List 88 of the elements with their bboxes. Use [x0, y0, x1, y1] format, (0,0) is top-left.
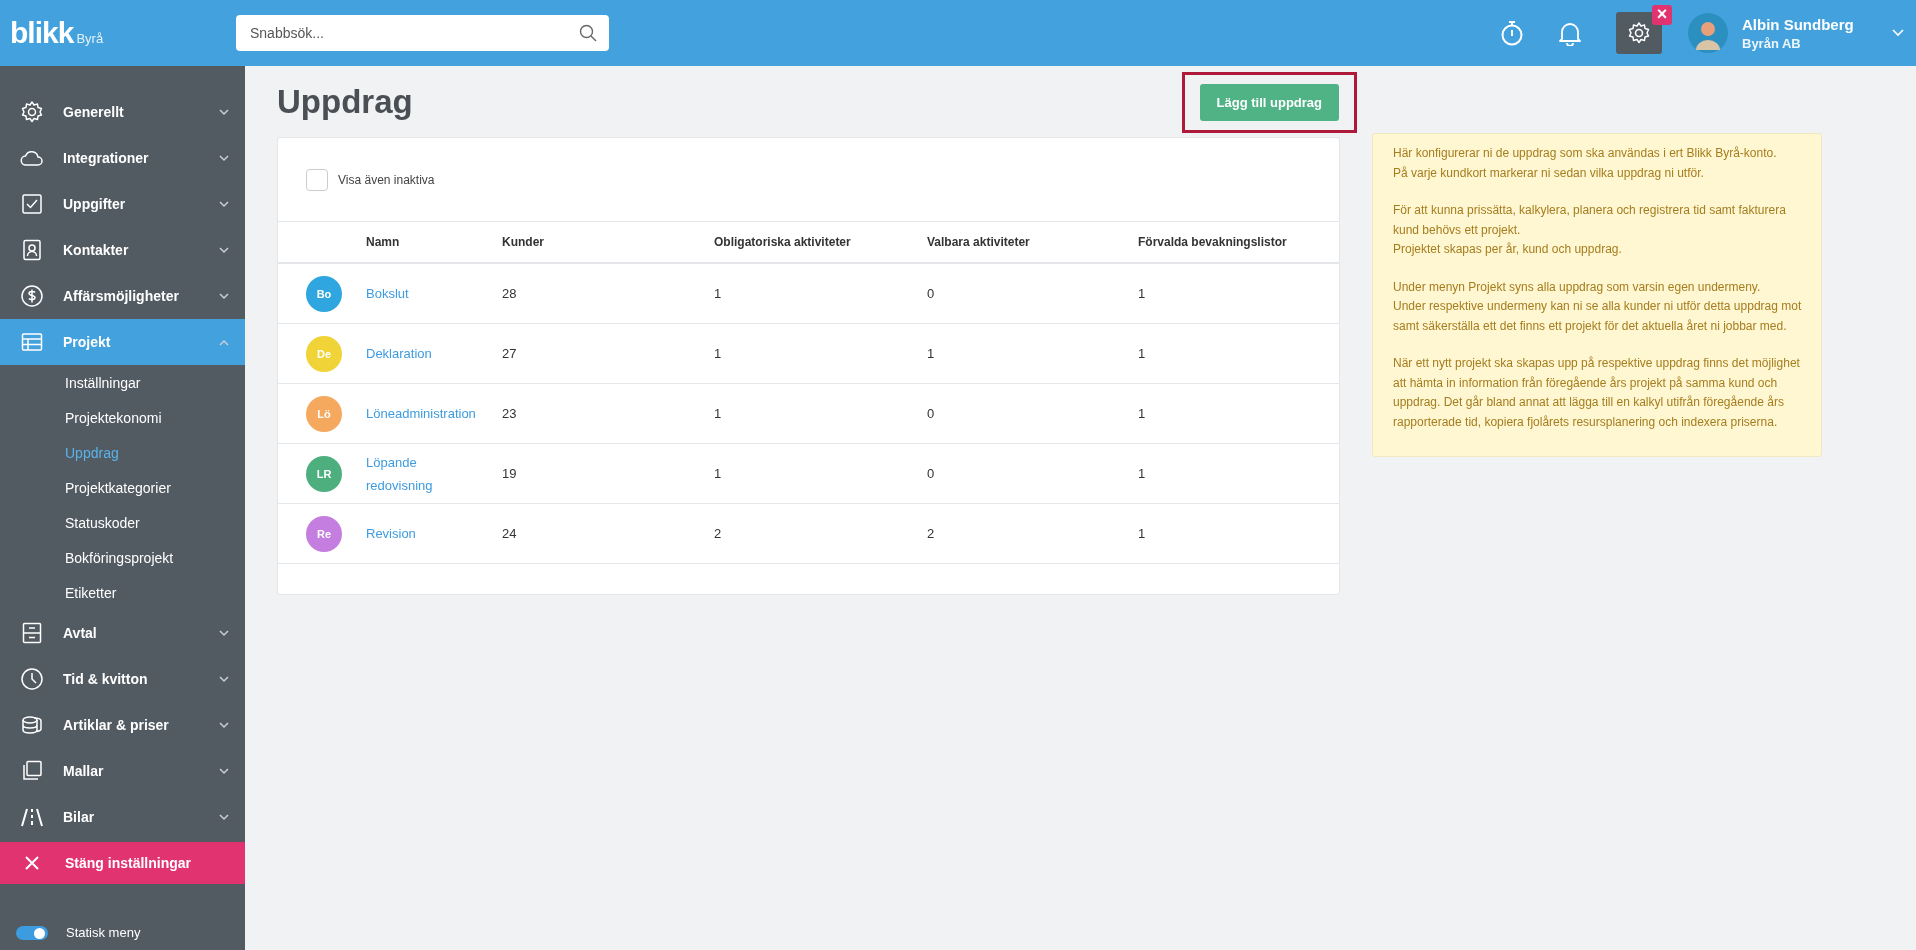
- submenu-item[interactable]: Inställningar: [0, 365, 245, 400]
- column-header: Namn: [366, 233, 401, 251]
- logo: blikk Byrå: [10, 16, 105, 50]
- table-cell-text: 2: [714, 526, 723, 541]
- info-paragraph: För att kunna prissätta, kalkylera, planera och registrera tid samt fakturera kund behövs ett projekt. Projektet skapas per år, kund och uppdrag.: [1393, 202, 1787, 258]
- sidebar-item[interactable]: Mallar: [0, 748, 245, 794]
- info-paragraph: Under menyn Projekt syns alla uppdrag som varsin egen undermeny. Under respektive undermeny kan ni se alla kunder ni utför detta uppdrag mot samt säkerställa ett det finns ett projekt för det aktuella året ni jobbar med.: [1393, 278, 1802, 335]
- company-name: Byrån AB: [1742, 35, 1802, 51]
- gear-icon: [20, 100, 44, 124]
- chevron-down-icon: [219, 154, 229, 162]
- column-header: Kunder: [502, 235, 545, 249]
- sidebar-item[interactable]: Integrationer: [0, 135, 245, 181]
- check-icon: [20, 192, 44, 216]
- chevron-down-icon: [219, 200, 229, 208]
- table-cell-text: 2: [927, 526, 936, 541]
- user-avatar[interactable]: [1688, 13, 1728, 53]
- initials-avatar: Lö: [306, 395, 342, 432]
- chevron-up-icon: [219, 338, 229, 346]
- table-cell-text: 1: [714, 406, 723, 421]
- toggle-switch[interactable]: [16, 925, 48, 940]
- close-icon: [24, 855, 40, 871]
- table-cell-text: 28: [502, 286, 518, 301]
- table-cell-text: 1: [714, 286, 723, 301]
- table-cell-text: 19: [502, 466, 518, 481]
- submenu-item[interactable]: Statuskoder: [0, 505, 245, 540]
- sidebar-item[interactable]: Generellt: [0, 89, 245, 135]
- info-paragraph: När ett nytt projekt ska skapas upp på respektive uppdrag finns det möjlighet att hämta in information från föregående års projekt på samma kund och uppdrag. Det går bland annat att lägga till en kalkyl utifrån föregående års rapporterade tid, kopiera fjolårets resursplanering och indexera priserna.: [1393, 355, 1801, 431]
- chevron-down-icon: [219, 675, 229, 683]
- stopwatch-icon[interactable]: [1500, 20, 1524, 46]
- initials-avatar: De: [306, 335, 342, 372]
- coins-icon: [20, 713, 44, 737]
- close-settings-button[interactable]: Stäng inställningar: [0, 842, 245, 884]
- chevron-down-icon: [219, 767, 229, 775]
- submenu-item[interactable]: Projektekonomi: [0, 400, 245, 435]
- close-badge[interactable]: ×: [1652, 5, 1672, 25]
- checkbox-label: Visa även inaktiva: [338, 172, 435, 187]
- initials-avatar: Bo: [306, 275, 342, 312]
- chevron-down-icon: [219, 629, 229, 637]
- column-header: Valbara aktiviteter: [927, 235, 1031, 249]
- contact-icon: [20, 238, 44, 262]
- search-field[interactable]: Snabbsök...: [236, 15, 609, 51]
- submenu-item[interactable]: Projektkategorier: [0, 470, 245, 505]
- table-cell-text: 1: [1138, 526, 1147, 541]
- table-cell-text: 1: [1138, 346, 1147, 361]
- table-cell-text: 0: [927, 466, 936, 481]
- column-header: Obligatoriska aktiviteter: [714, 235, 852, 249]
- checkbox[interactable]: [306, 168, 328, 191]
- column-header: Förvalda bevakningslistor: [1138, 235, 1288, 249]
- toggle-label: Statisk meny: [66, 925, 141, 940]
- table-cell-text: 0: [927, 406, 936, 421]
- sidebar-item[interactable]: Artiklar & priser: [0, 702, 245, 748]
- chevron-down-icon[interactable]: [1892, 29, 1904, 37]
- chevron-down-icon: [219, 721, 229, 729]
- user-name: Albin Sundberg: [1742, 15, 1855, 33]
- dollar-icon: [20, 284, 44, 308]
- info-paragraph: Här konfigurerar ni de uppdrag som ska användas i ert Blikk Byrå-konto. På varje kundkort markerar ni sedan vilka uppdrag ni utför.: [1393, 145, 1778, 182]
- settings-icon: [1627, 21, 1651, 45]
- submenu-item[interactable]: Etiketter: [0, 575, 245, 610]
- search-icon: [579, 24, 597, 42]
- sidebar-item[interactable]: Uppgifter: [0, 181, 245, 227]
- sidebar-item[interactable]: Affärsmöjligheter: [0, 273, 245, 319]
- table-cell-text: 1: [714, 466, 723, 481]
- chevron-down-icon: [219, 292, 229, 300]
- table-cell-text: 1: [1138, 286, 1147, 301]
- table-icon: [20, 330, 44, 354]
- copy-icon: [20, 759, 44, 783]
- chevron-down-icon: [219, 246, 229, 254]
- table-cell-text: 1: [714, 346, 723, 361]
- sidebar-item[interactable]: Avtal: [0, 610, 245, 656]
- bell-icon[interactable]: [1558, 20, 1582, 46]
- initials-avatar: Re: [306, 515, 342, 552]
- table-cell-text: 1: [927, 346, 936, 361]
- initials-avatar: LR: [306, 455, 342, 492]
- table-cell-text: 1: [1138, 466, 1147, 481]
- sidebar-item[interactable]: Kontakter: [0, 227, 245, 273]
- drawer-icon: [20, 621, 44, 645]
- chevron-down-icon: [219, 108, 229, 116]
- chevron-down-icon: [219, 813, 229, 821]
- table-cell-text: 24: [502, 526, 518, 541]
- clock-icon: [20, 667, 44, 691]
- sidebar-item[interactable]: Tid & kvitton: [0, 656, 245, 702]
- table-cell-text: 27: [502, 346, 518, 361]
- table-cell-text: 0: [927, 286, 936, 301]
- sidebar-item[interactable]: Bilar: [0, 794, 245, 840]
- submenu-item[interactable]: Bokföringsprojekt: [0, 540, 245, 575]
- page-title: Uppdrag: [277, 83, 413, 121]
- table-cell-text: 23: [502, 406, 518, 421]
- table-cell-text: 1: [1138, 406, 1147, 421]
